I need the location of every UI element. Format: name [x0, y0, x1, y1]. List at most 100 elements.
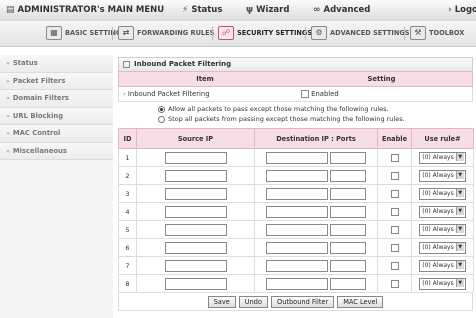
stop-radio-option[interactable]: Stop all packets from passing except tho…: [158, 114, 473, 124]
destination-ip-input[interactable]: [266, 169, 328, 182]
rule-enable-checkbox[interactable]: [390, 207, 399, 216]
dropdown-arrow-icon: ▼: [455, 206, 464, 215]
advanced-link[interactable]: ∞ Advanced: [313, 5, 370, 15]
destination-ip-input[interactable]: [266, 259, 328, 272]
destination-cell: [254, 166, 378, 185]
top-menu-bar: ▤ ADMINISTRATOR's MAIN MENU ⚡ Status ψ Wiza…: [0, 0, 476, 22]
sidebar-item-mac-control[interactable]: » MAC Control: [0, 125, 113, 143]
tab-toolbox-label: TOOLBOX: [429, 29, 465, 37]
save-button[interactable]: Save: [207, 295, 236, 308]
admin-main-menu-label: ADMINISTRATOR's MAIN MENU: [17, 5, 165, 15]
rule-enable-checkbox[interactable]: [390, 171, 399, 180]
mac-level-button[interactable]: MAC Level: [337, 295, 384, 308]
destination-ip-input[interactable]: [266, 277, 328, 290]
rule-id: 7: [118, 256, 137, 275]
ports-input[interactable]: [330, 241, 366, 254]
source-ip-cell: [136, 274, 255, 293]
destination-cell: [254, 274, 378, 293]
rule-id: 4: [118, 202, 137, 221]
dropdown-arrow-icon: ▼: [455, 188, 464, 197]
source-ip-input[interactable]: [164, 223, 227, 236]
use-rule-cell: (0) Always ▼: [411, 238, 474, 257]
use-rule-cell: (0) Always ▼: [411, 256, 474, 275]
source-ip-input[interactable]: [164, 187, 227, 200]
ports-input[interactable]: [330, 259, 366, 272]
outbound-filter-button[interactable]: Outbound Filter: [271, 295, 335, 308]
source-ip-cell: [136, 148, 255, 167]
ports-input[interactable]: [330, 169, 366, 182]
advanced-icon: ∞: [313, 5, 321, 15]
wizard-link[interactable]: ψ Wizard: [246, 5, 289, 15]
rule-enable-checkbox[interactable]: [390, 243, 399, 252]
tab-basic-settings[interactable]: ▦ BASIC SETTINGS: [46, 25, 126, 41]
advanced-label: Advanced: [323, 5, 371, 15]
destination-ip-input[interactable]: [266, 223, 328, 236]
source-ip-input[interactable]: [164, 277, 227, 290]
enable-cell: [377, 274, 412, 293]
allow-radio-option[interactable]: Allow all packets to pass except those m…: [158, 104, 473, 114]
sidebar-item-domain-filters[interactable]: » Domain Filters: [0, 90, 113, 108]
destination-ip-input[interactable]: [266, 151, 328, 164]
admin-main-menu-link[interactable]: ▤ ADMINISTRATOR's MAIN MENU: [6, 5, 164, 15]
rule-id: 8: [118, 274, 137, 293]
destination-ip-input[interactable]: [266, 205, 328, 218]
dropdown-arrow-icon: ▼: [455, 242, 464, 251]
use-rule-header: Use rule#: [411, 128, 474, 149]
tab-advanced-settings[interactable]: ⚙ ADVANCED SETTINGS: [311, 25, 410, 41]
status-icon: ⚡: [182, 5, 189, 15]
use-rule-select[interactable]: (0) Always ▼: [419, 241, 466, 254]
use-rule-select[interactable]: (0) Always ▼: [419, 151, 466, 164]
source-ip-input[interactable]: [164, 151, 227, 164]
table-row: 4 (0) Always ▼: [118, 202, 474, 221]
ports-input[interactable]: [330, 277, 366, 290]
logout-link[interactable]: › Logo: [448, 5, 476, 15]
arrow-right-icon: »: [6, 60, 10, 67]
rule-enable-checkbox[interactable]: [390, 153, 399, 162]
inbound-filter-label: Inbound Packet Filtering: [127, 90, 210, 98]
sidebar-item-status[interactable]: » Status: [0, 55, 113, 73]
destination-ip-input[interactable]: [266, 187, 328, 200]
logout-icon: ›: [448, 5, 452, 15]
source-ip-input[interactable]: [164, 205, 227, 218]
use-rule-select[interactable]: (0) Always ▼: [419, 277, 466, 290]
table-row: 5 (0) Always ▼: [118, 220, 474, 239]
menu-icon: ▤: [6, 5, 15, 15]
source-ip-input[interactable]: [164, 169, 227, 182]
use-rule-cell: (0) Always ▼: [411, 220, 474, 239]
ports-input[interactable]: [330, 205, 366, 218]
wizard-icon: ψ: [246, 5, 254, 15]
rule-enable-checkbox[interactable]: [390, 225, 399, 234]
rule-enable-checkbox[interactable]: [390, 261, 399, 270]
stop-radio[interactable]: [158, 115, 165, 123]
source-ip-header: Source IP: [136, 128, 255, 149]
undo-button[interactable]: Undo: [238, 295, 269, 308]
tab-toolbox[interactable]: ⚒ TOOLBOX: [410, 25, 464, 41]
use-rule-select[interactable]: (0) Always ▼: [419, 259, 466, 272]
ports-input[interactable]: [330, 223, 366, 236]
use-rule-select[interactable]: (0) Always ▼: [419, 223, 466, 236]
destination-ip-input[interactable]: [266, 241, 328, 254]
tab-security-settings[interactable]: ☍ SECURITY SETTINGS: [218, 25, 312, 41]
status-link[interactable]: ⚡ Status: [182, 5, 222, 15]
use-rule-select[interactable]: (0) Always ▼: [419, 169, 466, 182]
ports-input[interactable]: [330, 187, 366, 200]
use-rule-value: (0) Always: [422, 279, 454, 287]
source-ip-input[interactable]: [164, 259, 227, 272]
source-ip-input[interactable]: [164, 241, 227, 254]
rule-enable-checkbox[interactable]: [390, 189, 399, 198]
tab-security-settings-label: SECURITY SETTINGS: [237, 29, 313, 37]
ports-input[interactable]: [330, 151, 366, 164]
use-rule-select[interactable]: (0) Always ▼: [419, 205, 466, 218]
arrow-right-icon: »: [6, 77, 10, 85]
dropdown-arrow-icon: ▼: [455, 260, 464, 269]
sidebar-item-packet-filters[interactable]: » Packet Filters: [0, 72, 113, 90]
use-rule-select[interactable]: (0) Always ▼: [419, 187, 466, 200]
sidebar-item-url-blocking[interactable]: » URL Blocking: [0, 107, 113, 125]
allow-radio[interactable]: [158, 105, 165, 113]
id-header: ID: [118, 128, 137, 149]
rule-enable-checkbox[interactable]: [390, 279, 399, 288]
sidebar-item-miscellaneous[interactable]: » Miscellaneous: [0, 142, 113, 160]
enabled-checkbox[interactable]: [301, 90, 309, 98]
source-ip-cell: [136, 184, 255, 203]
tab-forwarding-rules[interactable]: ⇄ FORWARDING RULES: [118, 25, 214, 41]
